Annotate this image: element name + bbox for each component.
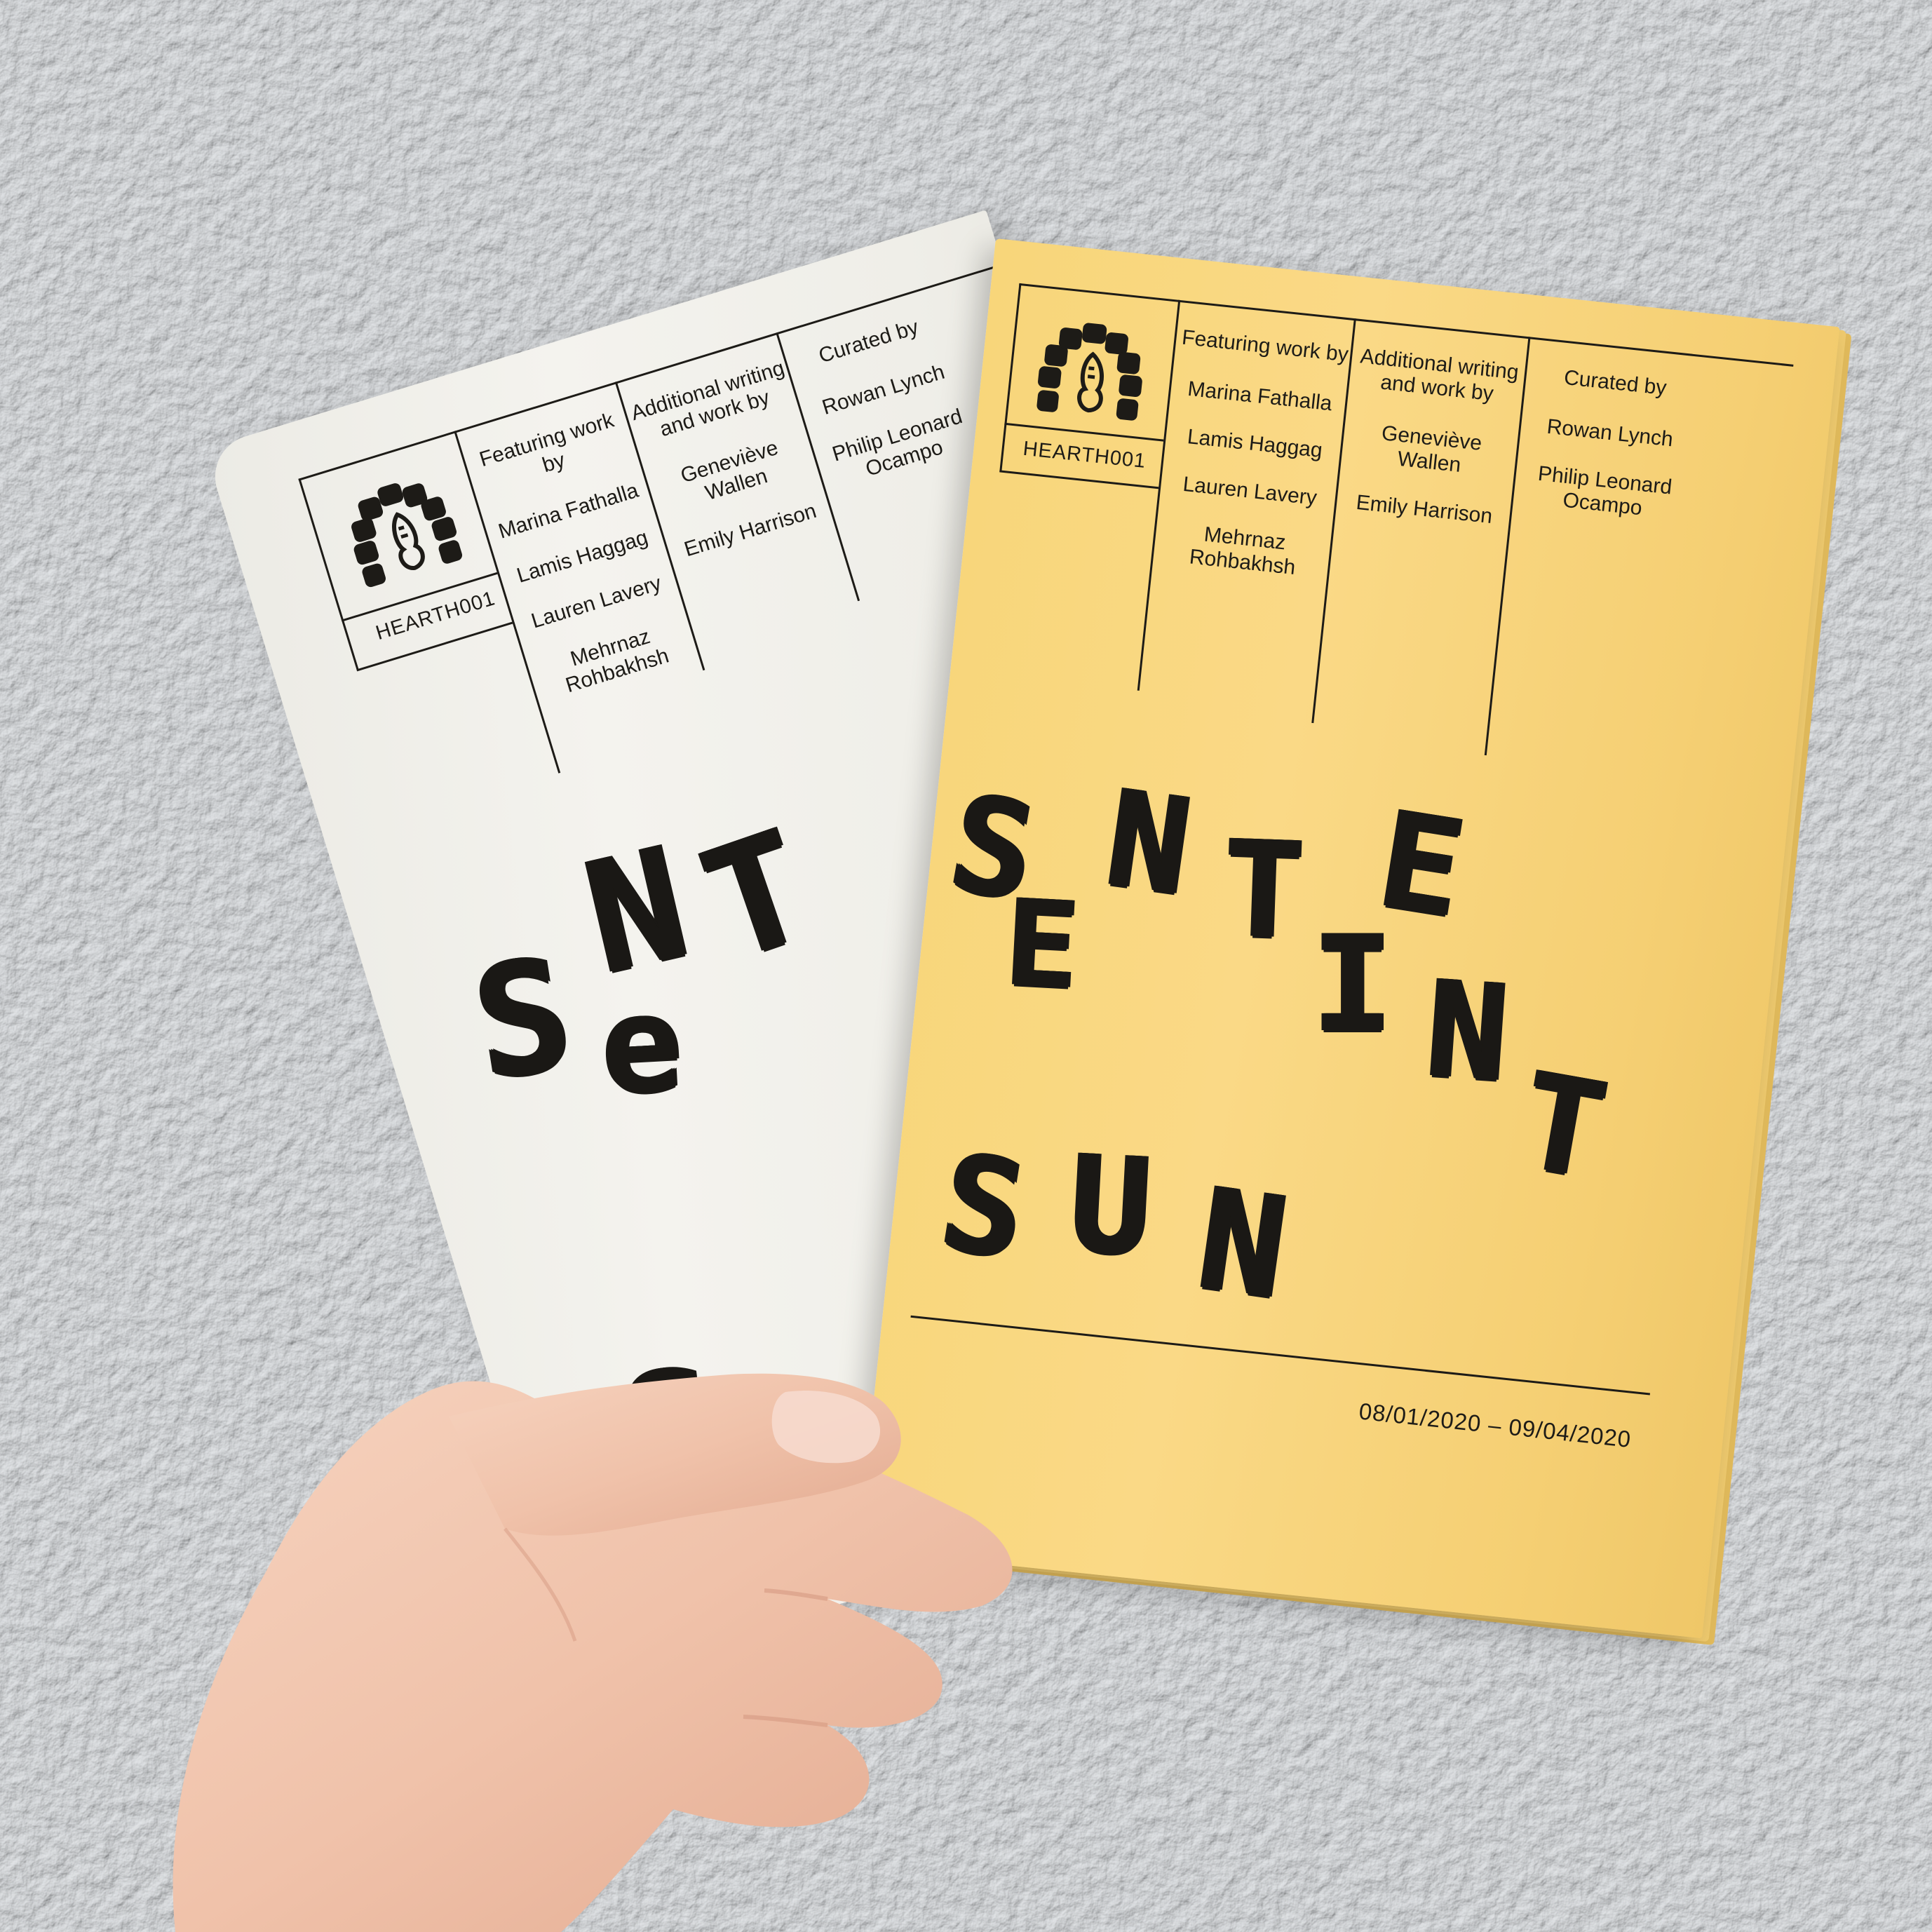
hand-holding-booklets [173, 1373, 1013, 1932]
